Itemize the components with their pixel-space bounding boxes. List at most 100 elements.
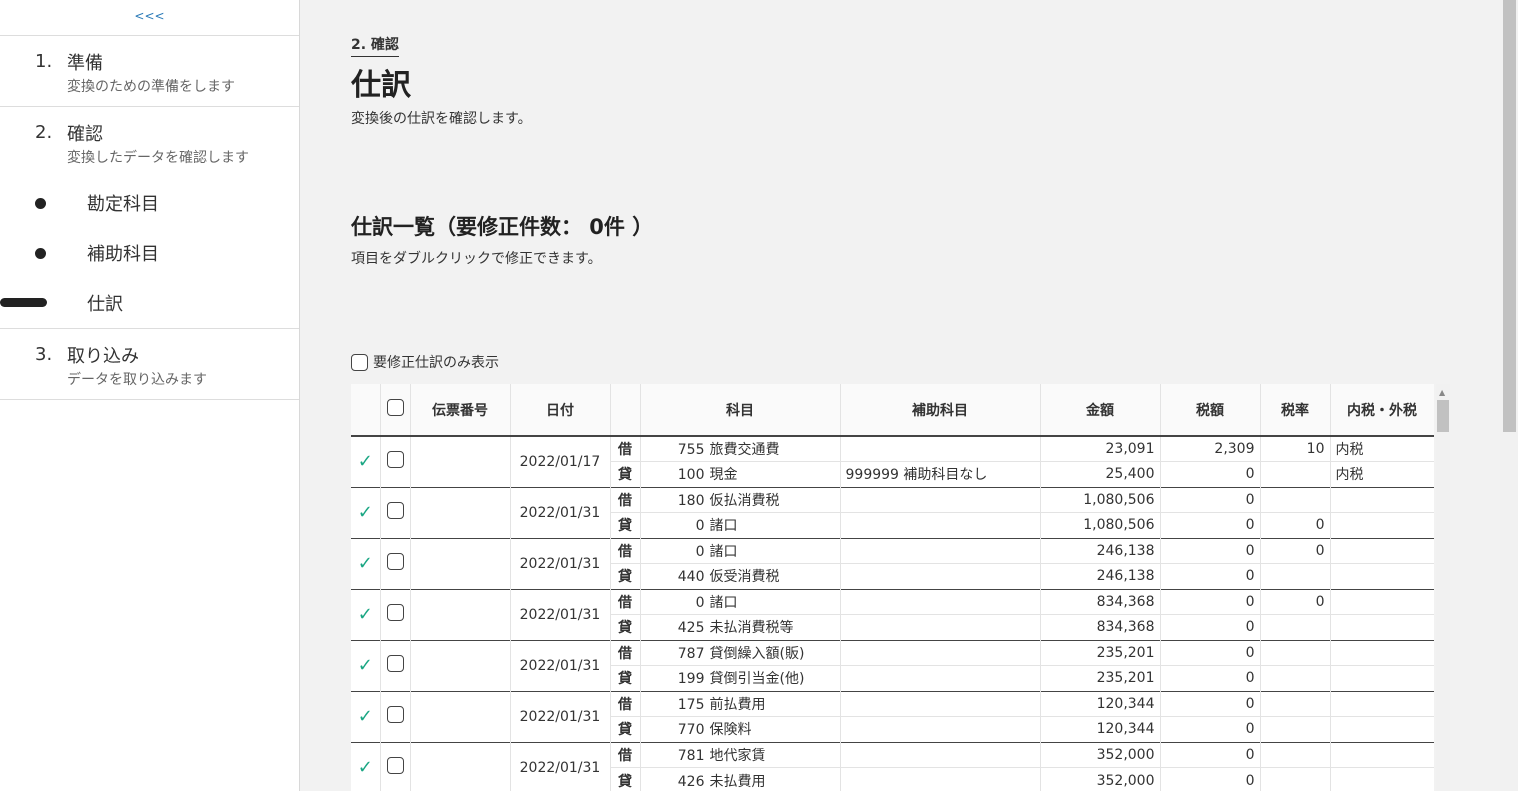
header-select-all[interactable] xyxy=(380,384,411,437)
step-confirm[interactable]: 2. 確認 変換したデータを確認します xyxy=(0,107,299,178)
tax-type-cell[interactable]: 内税 xyxy=(1330,461,1434,487)
row-select-cell[interactable] xyxy=(380,486,411,538)
account-cell[interactable]: 787 貸倒繰入額(販) xyxy=(640,639,841,666)
table-row[interactable]: ✓ 2022/01/31 借 0 諸口 834,368 0 0 xyxy=(351,588,1434,640)
table-row[interactable]: ✓ 2022/01/31 借 781 地代家賃 352,000 0 xyxy=(351,741,1434,791)
account-cell[interactable]: 100 現金 xyxy=(640,461,841,487)
account-cell[interactable]: 0 諸口 xyxy=(640,537,841,564)
voucher-cell[interactable] xyxy=(410,639,511,691)
table-row[interactable]: ✓ 2022/01/31 借 0 諸口 246,138 0 0 xyxy=(351,537,1434,589)
sub-account-cell[interactable] xyxy=(840,588,1041,615)
voucher-cell[interactable] xyxy=(410,537,511,589)
tax-cell[interactable]: 0 xyxy=(1160,614,1261,640)
account-cell[interactable]: 0 諸口 xyxy=(640,512,841,538)
date-cell[interactable]: 2022/01/31 xyxy=(510,588,611,640)
row-checkbox[interactable] xyxy=(386,655,404,672)
tax-cell[interactable]: 0 xyxy=(1160,563,1261,589)
tax-cell[interactable]: 2,309 xyxy=(1160,436,1261,462)
account-cell[interactable]: 755 旅費交通費 xyxy=(640,436,841,462)
tax-cell[interactable]: 0 xyxy=(1160,665,1261,691)
needs-fix-filter[interactable]: 要修正仕訳のみ表示 xyxy=(351,352,499,372)
date-cell[interactable]: 2022/01/31 xyxy=(510,690,611,742)
tax-cell[interactable]: 0 xyxy=(1160,716,1261,742)
tax-type-cell[interactable] xyxy=(1330,767,1434,791)
sub-account-cell[interactable] xyxy=(840,665,1041,691)
page-scrollbar[interactable] xyxy=(1500,0,1518,791)
account-cell[interactable]: 770 保険料 xyxy=(640,716,841,742)
header-tax[interactable]: 税額 xyxy=(1160,384,1261,437)
tax-type-cell[interactable] xyxy=(1330,639,1434,666)
tax-type-cell[interactable] xyxy=(1330,563,1434,589)
amount-cell[interactable]: 235,201 xyxy=(1040,665,1161,691)
tax-rate-cell[interactable]: 0 xyxy=(1260,588,1331,615)
amount-cell[interactable]: 352,000 xyxy=(1040,767,1161,791)
sub-account-cell[interactable] xyxy=(840,512,1041,538)
sub-account-cell[interactable] xyxy=(840,716,1041,742)
step-import[interactable]: 3. 取り込み データを取り込みます xyxy=(0,329,299,400)
date-cell[interactable]: 2022/01/31 xyxy=(510,537,611,589)
tax-type-cell[interactable] xyxy=(1330,665,1434,691)
voucher-cell[interactable] xyxy=(410,588,511,640)
needs-fix-checkbox[interactable] xyxy=(351,353,368,371)
voucher-cell[interactable] xyxy=(410,436,511,487)
sub-account-cell[interactable] xyxy=(840,614,1041,640)
row-checkbox[interactable] xyxy=(386,604,404,621)
tax-cell[interactable]: 0 xyxy=(1160,486,1261,513)
sub-account-cell[interactable] xyxy=(840,767,1041,791)
account-cell[interactable]: 175 前払費用 xyxy=(640,690,841,717)
tax-cell[interactable]: 0 xyxy=(1160,537,1261,564)
account-cell[interactable]: 0 諸口 xyxy=(640,588,841,615)
row-checkbox[interactable] xyxy=(386,706,404,723)
tax-rate-cell[interactable] xyxy=(1260,563,1331,589)
table-row[interactable]: ✓ 2022/01/31 借 180 仮払消費税 1,080,506 0 xyxy=(351,486,1434,538)
header-voucher[interactable]: 伝票番号 xyxy=(410,384,511,437)
tax-rate-cell[interactable] xyxy=(1260,690,1331,717)
sub-account-cell[interactable]: 999999 補助科目なし xyxy=(840,461,1041,487)
collapse-sidebar-button[interactable]: <<< xyxy=(0,0,299,36)
tax-type-cell[interactable] xyxy=(1330,588,1434,615)
table-scrollbar[interactable]: ▲ xyxy=(1436,384,1450,791)
table-row[interactable]: ✓ 2022/01/31 借 787 貸倒繰入額(販) 235,201 0 xyxy=(351,639,1434,691)
date-cell[interactable]: 2022/01/31 xyxy=(510,741,611,791)
sidebar-item-accounts[interactable]: 勘定科目 xyxy=(0,178,299,228)
tax-type-cell[interactable] xyxy=(1330,741,1434,768)
row-select-cell[interactable] xyxy=(380,639,411,691)
table-scrollbar-thumb[interactable] xyxy=(1437,400,1449,432)
tax-rate-cell[interactable] xyxy=(1260,665,1331,691)
tax-rate-cell[interactable]: 0 xyxy=(1260,537,1331,564)
select-all-checkbox[interactable] xyxy=(386,399,404,416)
tax-rate-cell[interactable] xyxy=(1260,741,1331,768)
scroll-up-icon[interactable]: ▲ xyxy=(1439,388,1445,397)
tax-type-cell[interactable] xyxy=(1330,486,1434,513)
account-cell[interactable]: 180 仮払消費税 xyxy=(640,486,841,513)
tax-cell[interactable]: 0 xyxy=(1160,512,1261,538)
sub-account-cell[interactable] xyxy=(840,537,1041,564)
tax-type-cell[interactable] xyxy=(1330,690,1434,717)
amount-cell[interactable]: 235,201 xyxy=(1040,639,1161,666)
tax-type-cell[interactable] xyxy=(1330,512,1434,538)
header-sub-account[interactable]: 補助科目 xyxy=(840,384,1041,437)
tax-cell[interactable]: 0 xyxy=(1160,461,1261,487)
amount-cell[interactable]: 25,400 xyxy=(1040,461,1161,487)
step-prepare[interactable]: 1. 準備 変換のための準備をします xyxy=(0,36,299,107)
amount-cell[interactable]: 1,080,506 xyxy=(1040,486,1161,513)
header-amount[interactable]: 金額 xyxy=(1040,384,1161,437)
amount-cell[interactable]: 120,344 xyxy=(1040,716,1161,742)
header-account[interactable]: 科目 xyxy=(640,384,841,437)
tax-type-cell[interactable] xyxy=(1330,716,1434,742)
tax-cell[interactable]: 0 xyxy=(1160,690,1261,717)
tax-type-cell[interactable] xyxy=(1330,614,1434,640)
header-tax-type[interactable]: 内税・外税 xyxy=(1330,384,1434,437)
row-checkbox[interactable] xyxy=(386,451,404,469)
row-select-cell[interactable] xyxy=(380,537,411,589)
sub-account-cell[interactable] xyxy=(840,639,1041,666)
account-cell[interactable]: 440 仮受消費税 xyxy=(640,563,841,589)
row-select-cell[interactable] xyxy=(380,588,411,640)
row-checkbox[interactable] xyxy=(386,502,404,519)
tax-cell[interactable]: 0 xyxy=(1160,767,1261,791)
sub-account-cell[interactable] xyxy=(840,563,1041,589)
sidebar-item-sub-accounts[interactable]: 補助科目 xyxy=(0,228,299,278)
tax-rate-cell[interactable] xyxy=(1260,614,1331,640)
voucher-cell[interactable] xyxy=(410,690,511,742)
page-scrollbar-thumb[interactable] xyxy=(1503,0,1516,432)
